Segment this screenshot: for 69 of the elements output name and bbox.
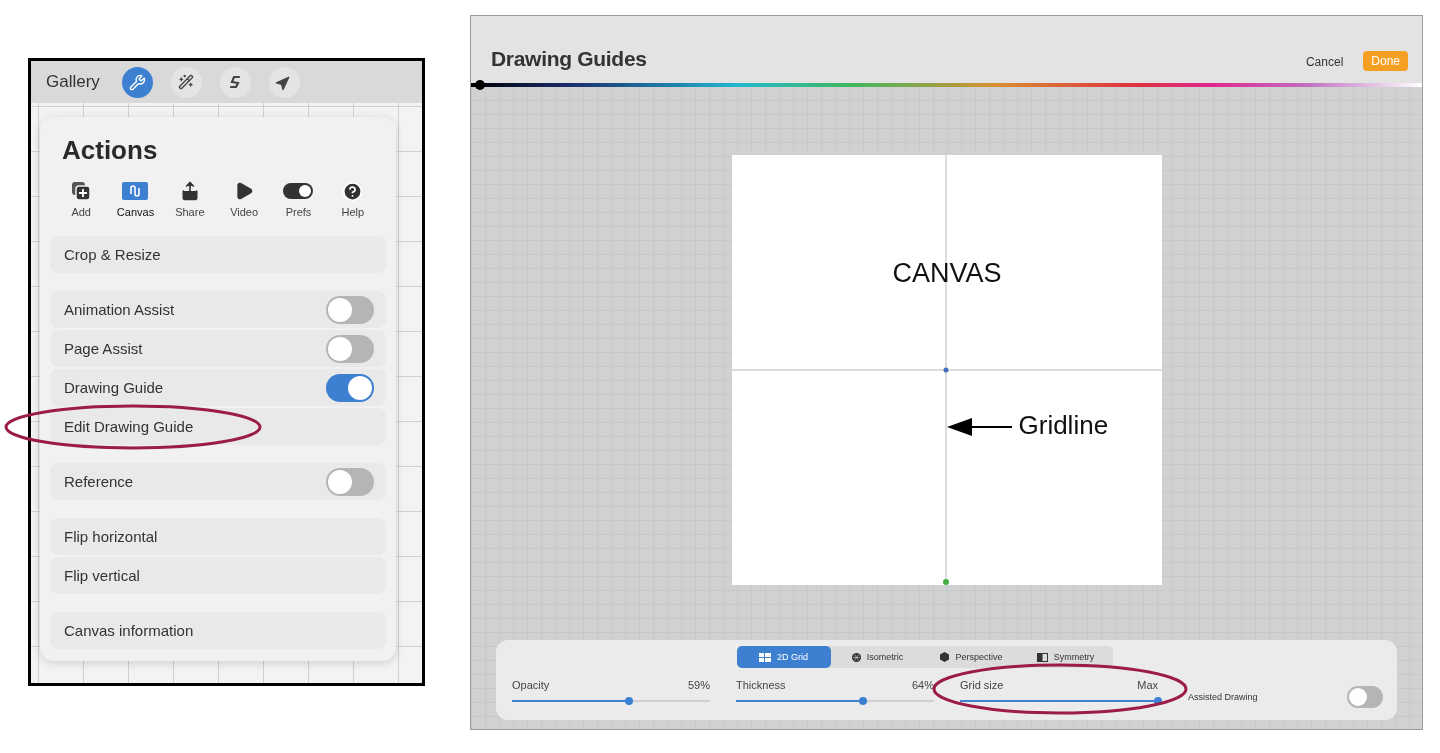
menu-label: Page Assist bbox=[64, 340, 143, 357]
slider-value: 59% bbox=[687, 679, 710, 691]
menu-row[interactable]: Animation Assist bbox=[50, 291, 386, 328]
menu-row[interactable]: Crop & Resize bbox=[50, 236, 386, 273]
assisted-drawing-label: Assisted Drawing bbox=[1188, 692, 1258, 702]
handle-dot[interactable] bbox=[942, 579, 949, 585]
play-icon bbox=[234, 181, 255, 201]
menu-row[interactable]: Flip vertical bbox=[50, 557, 386, 594]
canvas-icon bbox=[122, 182, 149, 200]
menu-row[interactable]: Page Assist bbox=[50, 330, 386, 367]
cube-icon bbox=[940, 652, 950, 662]
menu-row[interactable]: Reference bbox=[50, 463, 386, 500]
color-slider[interactable] bbox=[471, 83, 1422, 87]
menu-label: Flip vertical bbox=[64, 567, 140, 584]
menu-label: Canvas information bbox=[64, 622, 194, 639]
slider-value: Max bbox=[1137, 679, 1158, 691]
canvas-label: CANVAS bbox=[892, 258, 1002, 289]
menu-row[interactable]: Edit Drawing Guide bbox=[50, 408, 386, 445]
add-layers-icon bbox=[71, 181, 92, 201]
slider-thumb[interactable] bbox=[624, 697, 633, 705]
action-tab[interactable]: Canvas bbox=[108, 180, 163, 218]
action-tab[interactable]: Video bbox=[217, 180, 272, 218]
handle-dot[interactable] bbox=[943, 367, 948, 373]
tool-button[interactable] bbox=[219, 66, 251, 98]
action-tab[interactable]: Prefs bbox=[271, 180, 326, 218]
help-icon bbox=[342, 180, 364, 202]
mode-tab[interactable]: Isometric bbox=[830, 646, 925, 668]
toggle-switch[interactable] bbox=[326, 467, 374, 496]
menu-row[interactable]: Drawing Guide bbox=[50, 369, 386, 406]
mode-tab[interactable]: Symmetry bbox=[1018, 646, 1113, 668]
toggle-switch[interactable] bbox=[326, 373, 374, 402]
cancel-button[interactable]: Cancel bbox=[1305, 55, 1344, 71]
slider-label: Grid size bbox=[960, 679, 1004, 691]
menu-label: Flip horizontal bbox=[64, 528, 158, 545]
slider-label: Opacity bbox=[512, 679, 550, 691]
symmetry-icon bbox=[1036, 652, 1048, 662]
toggle-switch[interactable] bbox=[326, 334, 374, 363]
grid-icon bbox=[759, 652, 771, 662]
toggle-switch[interactable] bbox=[326, 295, 374, 324]
action-tab[interactable]: Help bbox=[325, 180, 380, 218]
slider-value: 64% bbox=[911, 679, 934, 691]
menu-row[interactable]: Canvas information bbox=[50, 612, 386, 649]
action-tab[interactable]: Share bbox=[162, 180, 217, 218]
action-tab[interactable]: Add bbox=[54, 180, 109, 218]
toggle-switch[interactable] bbox=[1347, 686, 1383, 708]
tool-button[interactable] bbox=[268, 66, 300, 98]
callout-label: Gridline bbox=[1018, 410, 1109, 441]
menu-label: Drawing Guide bbox=[64, 379, 164, 396]
menu-label: Edit Drawing Guide bbox=[64, 418, 194, 435]
mode-tab[interactable]: 2D Grid bbox=[736, 646, 831, 668]
mode-tab[interactable]: Perspective bbox=[924, 646, 1019, 668]
menu-label: Animation Assist bbox=[64, 301, 175, 318]
tool-button[interactable] bbox=[170, 66, 202, 98]
menu-label: Crop & Resize bbox=[64, 246, 161, 263]
menu-label: Reference bbox=[64, 473, 134, 490]
slider-knob[interactable] bbox=[475, 80, 485, 90]
callout-arrow bbox=[946, 418, 1013, 436]
wand-icon bbox=[178, 74, 195, 90]
screen-title: Drawing Guides bbox=[491, 47, 647, 71]
toggle-icon bbox=[283, 183, 314, 199]
slider-thumb[interactable] bbox=[1154, 697, 1162, 705]
popover-title: Actions bbox=[61, 135, 159, 166]
tool-button[interactable] bbox=[121, 66, 153, 98]
wrench-icon bbox=[128, 73, 146, 91]
menu-row[interactable]: Flip horizontal bbox=[50, 518, 386, 555]
slider-thumb[interactable] bbox=[858, 697, 867, 705]
gallery-link[interactable]: Gallery bbox=[46, 72, 100, 92]
slider-label: Thickness bbox=[736, 679, 786, 691]
isometric-icon bbox=[851, 652, 861, 662]
